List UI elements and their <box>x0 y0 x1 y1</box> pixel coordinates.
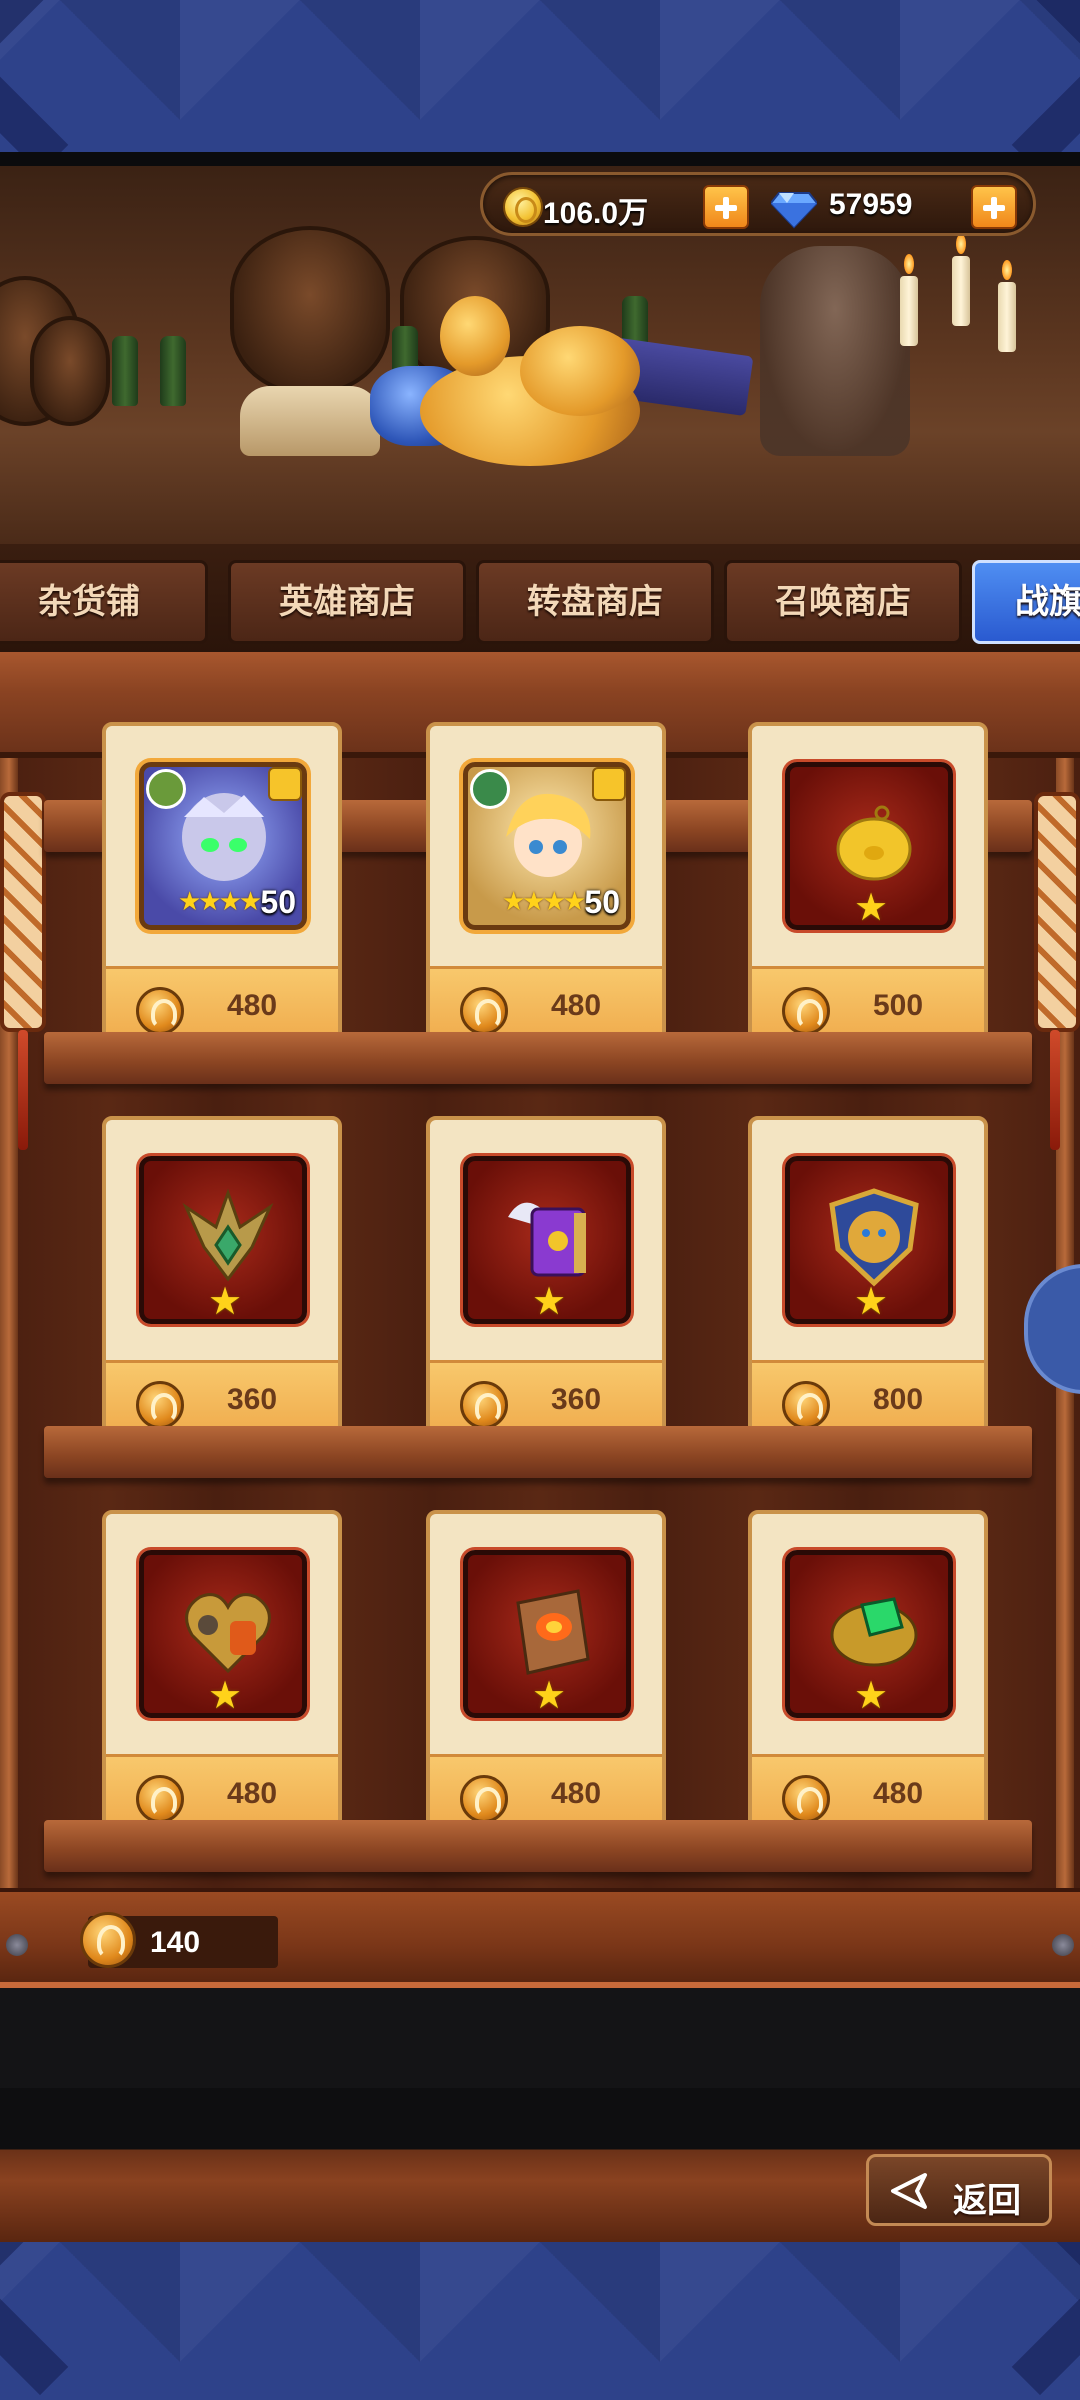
banner-coin-icon <box>80 1912 136 1968</box>
fire-book-icon: ★ <box>463 1550 631 1718</box>
item-price: 480 <box>226 1777 278 1810</box>
item-price: 480 <box>550 1777 602 1810</box>
shop-item-card[interactable]: ★ 480 <box>426 1510 666 1840</box>
star-icon: ★ <box>532 1675 567 1717</box>
diamond-amount: 57959 <box>829 188 913 221</box>
banner-coin-balance: 140 <box>150 1926 201 1959</box>
shop-item-card[interactable]: ★ 360 <box>426 1116 666 1446</box>
banner-coin-icon <box>460 1381 508 1429</box>
winged-tome-icon: ★ <box>463 1156 631 1324</box>
shop-item-card[interactable]: ★ 360 <box>102 1116 342 1446</box>
hero-level: 50 <box>584 884 620 920</box>
add-diamond-button[interactable] <box>971 185 1017 229</box>
hero-level: 50 <box>260 884 296 920</box>
banner-coin-icon <box>460 1775 508 1823</box>
tab-summon-shop[interactable]: 召唤商店 <box>724 560 962 644</box>
emerald-bracer-icon: ★ <box>785 1550 953 1718</box>
banner-coin-icon <box>136 987 184 1035</box>
tab-general-store[interactable]: 杂货铺 <box>0 560 208 644</box>
banner-coin-icon <box>136 1775 184 1823</box>
banner-coin-icon <box>782 1775 830 1823</box>
star-icon: ★ <box>854 887 889 929</box>
banner-coin-icon <box>782 987 830 1035</box>
star-rating: ★★★★ <box>502 886 586 916</box>
gold-amount: 106.0万 <box>543 197 649 230</box>
shop-item-card[interactable]: ★ 800 <box>748 1116 988 1446</box>
golden-pig-icon: ★ <box>785 762 953 930</box>
lion-shield-icon: ★ <box>785 1156 953 1324</box>
tab-wheel-shop[interactable]: 转盘商店 <box>476 560 714 644</box>
shop-item-card[interactable]: ★★★★ 50 480 <box>426 722 666 1052</box>
gold-coin-icon <box>503 187 543 227</box>
mechanical-heart-icon: ★ <box>139 1550 307 1718</box>
shop-item-card[interactable]: ★ 480 <box>102 1510 342 1840</box>
dark-elf-hero-icon: ★★★★ 50 <box>139 762 307 930</box>
back-arrow-icon <box>891 2173 927 2209</box>
item-price: 800 <box>872 1383 924 1416</box>
diamond-icon <box>771 192 817 229</box>
outer-frame-bottom <box>0 2242 1080 2400</box>
back-label: 返回 <box>953 2182 1021 2220</box>
banner-coin-icon <box>782 1381 830 1429</box>
star-rating: ★★★★ <box>178 886 262 916</box>
star-icon: ★ <box>208 1281 243 1323</box>
lantern-left <box>0 792 46 1032</box>
tab-hero-shop[interactable]: 英雄商店 <box>228 560 466 644</box>
item-price: 480 <box>550 989 602 1022</box>
blonde-elf-hero-icon: ★★★★ 50 <box>463 762 631 930</box>
currency-bar: 106.0万 57959 <box>480 172 1036 236</box>
item-price: 360 <box>550 1383 602 1416</box>
star-icon: ★ <box>854 1281 889 1323</box>
item-price: 480 <box>872 1777 924 1810</box>
shop-item-card[interactable]: ★★★★ 50 480 <box>102 722 342 1052</box>
item-price: 480 <box>226 989 278 1022</box>
shop-item-card[interactable]: ★ 480 <box>748 1510 988 1840</box>
lantern-right <box>1034 792 1080 1032</box>
star-icon: ★ <box>208 1675 243 1717</box>
banner-coin-icon <box>136 1381 184 1429</box>
banner-coin-icon <box>460 987 508 1035</box>
shop-item-card[interactable]: ★ 500 <box>748 722 988 1052</box>
outer-frame-top <box>0 0 1080 152</box>
shop-tab-bar: 杂货铺 英雄商店 转盘商店 召唤商店 战旗 <box>0 544 1080 654</box>
back-button[interactable]: 返回 <box>866 2154 1052 2226</box>
spiked-artifact-icon: ★ <box>139 1156 307 1324</box>
star-icon: ★ <box>854 1675 889 1717</box>
tab-banner-shop[interactable]: 战旗 <box>972 560 1080 644</box>
item-price: 360 <box>226 1383 278 1416</box>
add-gold-button[interactable] <box>703 185 749 229</box>
star-icon: ★ <box>532 1281 567 1323</box>
balance-strip: 140 <box>0 1888 1080 1988</box>
shop-screen: 106.0万 57959 杂货铺 英雄商店 转盘商店 召唤商店 战旗 ★★★★ … <box>0 152 1080 2242</box>
item-price: 500 <box>872 989 924 1022</box>
